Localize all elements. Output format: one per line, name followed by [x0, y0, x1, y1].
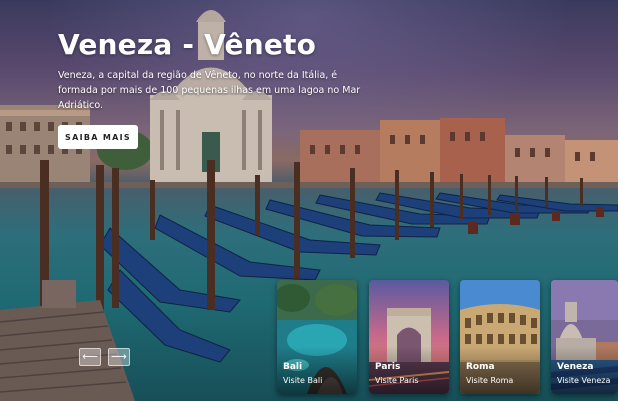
next-slide-button[interactable]: ⟶: [108, 348, 130, 366]
card-title: Paris: [375, 362, 401, 372]
card-subtitle: Visite Veneza: [557, 376, 611, 385]
card-subtitle: Visite Paris: [375, 376, 419, 385]
card-title: Bali: [283, 362, 303, 372]
destination-card-bali[interactable]: Bali Visite Bali: [277, 280, 357, 394]
prev-slide-button[interactable]: ⟵: [79, 348, 101, 366]
arrow-left-icon: ⟵: [82, 350, 98, 363]
arrow-right-icon: ⟶: [111, 350, 127, 363]
card-title: Roma: [466, 362, 495, 372]
destination-card-veneza[interactable]: Veneza Visite Veneza: [551, 280, 618, 394]
hero-description: Veneza, a capital da região de Vêneto, n…: [58, 70, 361, 111]
card-subtitle: Visite Bali: [283, 376, 323, 385]
card-subtitle: Visite Roma: [466, 376, 514, 385]
saiba-mais-button[interactable]: SAIBA MAIS: [58, 125, 138, 149]
card-title: Veneza: [557, 362, 594, 372]
destination-card-paris[interactable]: Paris Visite Paris: [369, 280, 449, 394]
page-title: Veneza - Vêneto: [58, 28, 317, 61]
destination-card-roma[interactable]: Roma Visite Roma: [460, 280, 540, 394]
